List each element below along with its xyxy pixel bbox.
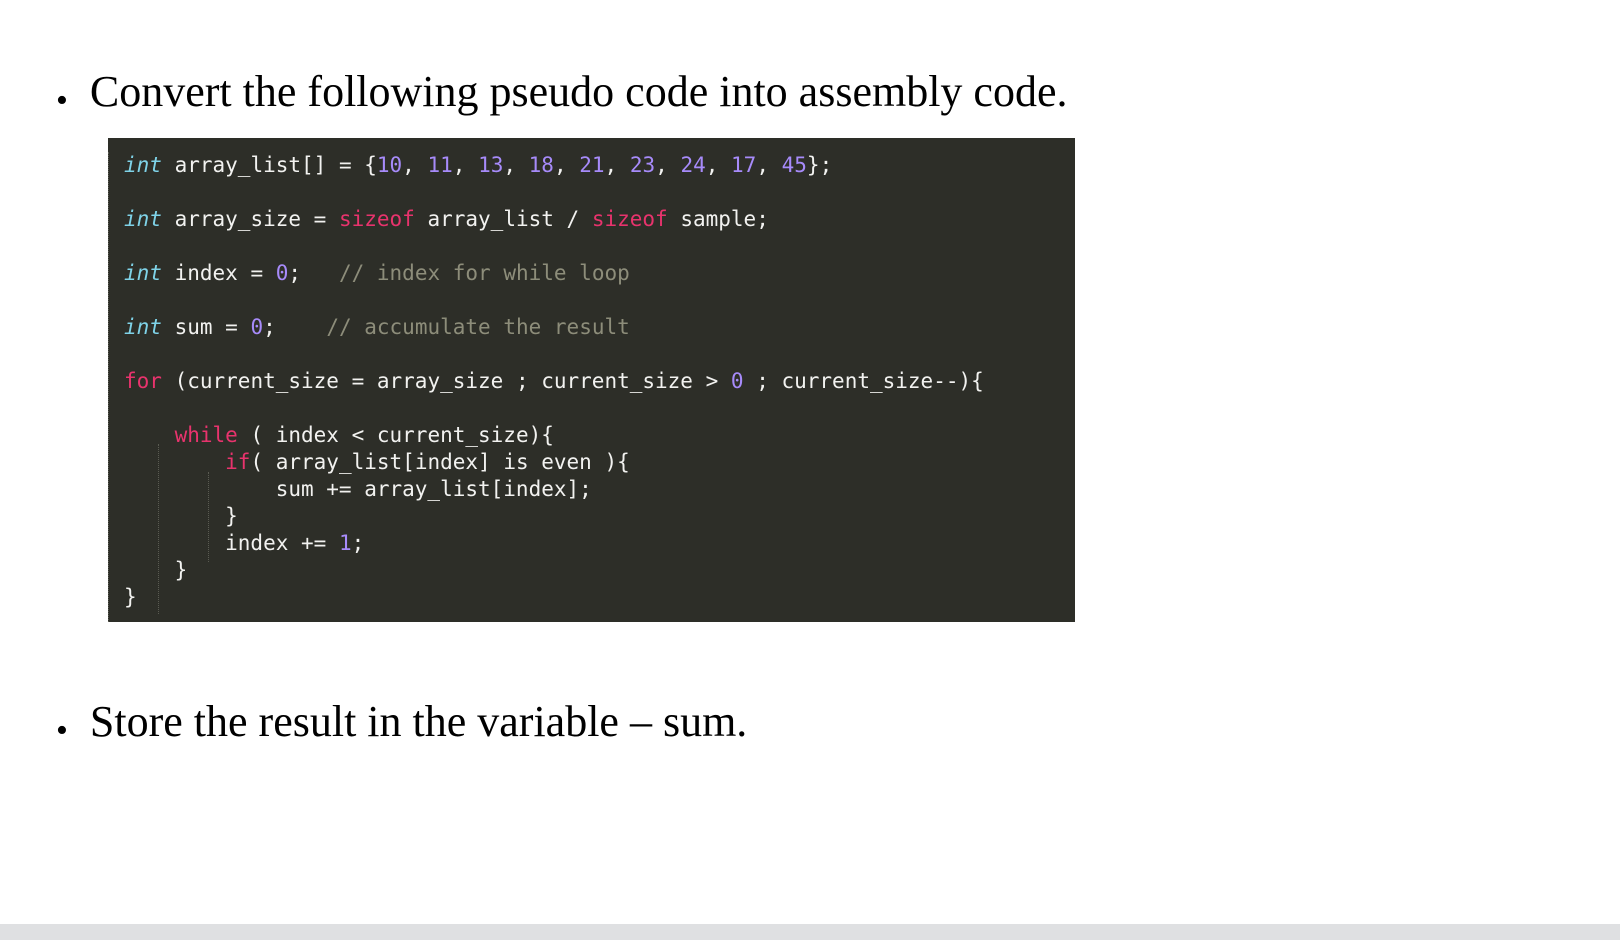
- line-blank-5: [124, 395, 1075, 422]
- code-token: array_list /: [414, 207, 592, 231]
- line-index-inc: index += 1;: [124, 530, 1075, 557]
- code-token: ,: [553, 153, 580, 177]
- code-token: (current_size = array_size ; current_siz…: [161, 369, 731, 393]
- code-token: sum += array_list[index];: [124, 477, 592, 501]
- code-token: sum =: [161, 315, 251, 339]
- line-sum-decl: int sum = 0; // accumulate the result: [124, 314, 1075, 341]
- code-token: 0: [250, 315, 264, 339]
- code-token: sample;: [667, 207, 769, 231]
- page-bottom-bar: [0, 924, 1620, 940]
- line-blank-2: [124, 233, 1075, 260]
- code-token: array_size =: [161, 207, 339, 231]
- code-token: int: [124, 153, 162, 177]
- slide-canvas: • Convert the following pseudo code into…: [0, 0, 1620, 940]
- code-token: }: [124, 504, 238, 528]
- code-token: while: [174, 423, 238, 447]
- code-token: // accumulate the result: [326, 315, 630, 339]
- code-token: }: [124, 558, 188, 582]
- code-token: ,: [402, 153, 428, 177]
- code-token: }: [124, 585, 137, 609]
- code-token: int: [124, 207, 162, 231]
- code-token: ;: [263, 315, 327, 339]
- code-token: int: [124, 261, 162, 285]
- bullet-text-instruction: Convert the following pseudo code into a…: [89, 67, 1068, 116]
- code-token: ,: [503, 153, 529, 177]
- code-content: int array_list[] = {10, 11, 13, 18, 21, …: [108, 152, 1075, 622]
- code-token: ,: [655, 153, 681, 177]
- code-token: 10: [376, 153, 403, 177]
- bullet-item-result: • Store the result in the variable – sum…: [56, 697, 748, 749]
- line-while: while ( index < current_size){: [124, 422, 1075, 449]
- code-token: 0: [730, 369, 744, 393]
- code-token: 13: [478, 153, 504, 177]
- code-token: };: [806, 153, 833, 177]
- line-if: if( array_list[index] is even ){: [124, 449, 1075, 476]
- code-token: ; current_size--){: [743, 369, 984, 393]
- line-close-for: }: [124, 584, 1075, 611]
- code-token: 45: [781, 153, 807, 177]
- line-array-size: int array_size = sizeof array_list / siz…: [124, 206, 1075, 233]
- code-token: int: [124, 315, 162, 339]
- code-token: ,: [756, 153, 782, 177]
- code-token: 18: [528, 153, 554, 177]
- code-token: index +=: [124, 531, 339, 555]
- code-token: 0: [275, 261, 289, 285]
- code-token: 1: [338, 531, 352, 555]
- code-token: // index for while loop: [338, 261, 630, 285]
- line-close-while: }: [124, 557, 1075, 584]
- line-blank-1: [124, 179, 1075, 206]
- code-token: index =: [161, 261, 276, 285]
- bullet-marker-icon: •: [56, 712, 68, 749]
- line-blank-4: [124, 341, 1075, 368]
- line-for: for (current_size = array_size ; current…: [124, 368, 1075, 395]
- line-index-decl: int index = 0; // index for while loop: [124, 260, 1075, 287]
- code-token: ( array_list[index] is even ){: [250, 450, 630, 474]
- code-token: 23: [629, 153, 656, 177]
- code-token: ,: [452, 153, 479, 177]
- code-token: for: [124, 369, 162, 393]
- code-token: 17: [731, 153, 757, 177]
- line-sum-add: sum += array_list[index];: [124, 476, 1075, 503]
- code-token: ;: [351, 531, 365, 555]
- line-close-if: }: [124, 503, 1075, 530]
- code-token: ,: [604, 153, 630, 177]
- code-token: array_list[] = {: [161, 153, 377, 177]
- line-array-decl: int array_list[] = {10, 11, 13, 18, 21, …: [124, 152, 1075, 179]
- code-token: 11: [427, 153, 453, 177]
- code-token: sizeof: [591, 207, 668, 231]
- pseudo-code-block: int array_list[] = {10, 11, 13, 18, 21, …: [108, 138, 1075, 622]
- code-token: ( index < current_size){: [237, 423, 554, 447]
- indent-guide-0: [108, 152, 110, 622]
- code-token: ,: [705, 153, 732, 177]
- code-token: 24: [680, 153, 706, 177]
- code-token: ;: [288, 261, 339, 285]
- bullet-text-result: Store the result in the variable – sum.: [89, 697, 748, 746]
- bullet-item-instruction: • Convert the following pseudo code into…: [56, 67, 1068, 119]
- code-token: if: [225, 450, 251, 474]
- line-blank-3: [124, 287, 1075, 314]
- bullet-marker-icon: •: [56, 82, 68, 119]
- code-token: 21: [579, 153, 605, 177]
- code-token: sizeof: [338, 207, 415, 231]
